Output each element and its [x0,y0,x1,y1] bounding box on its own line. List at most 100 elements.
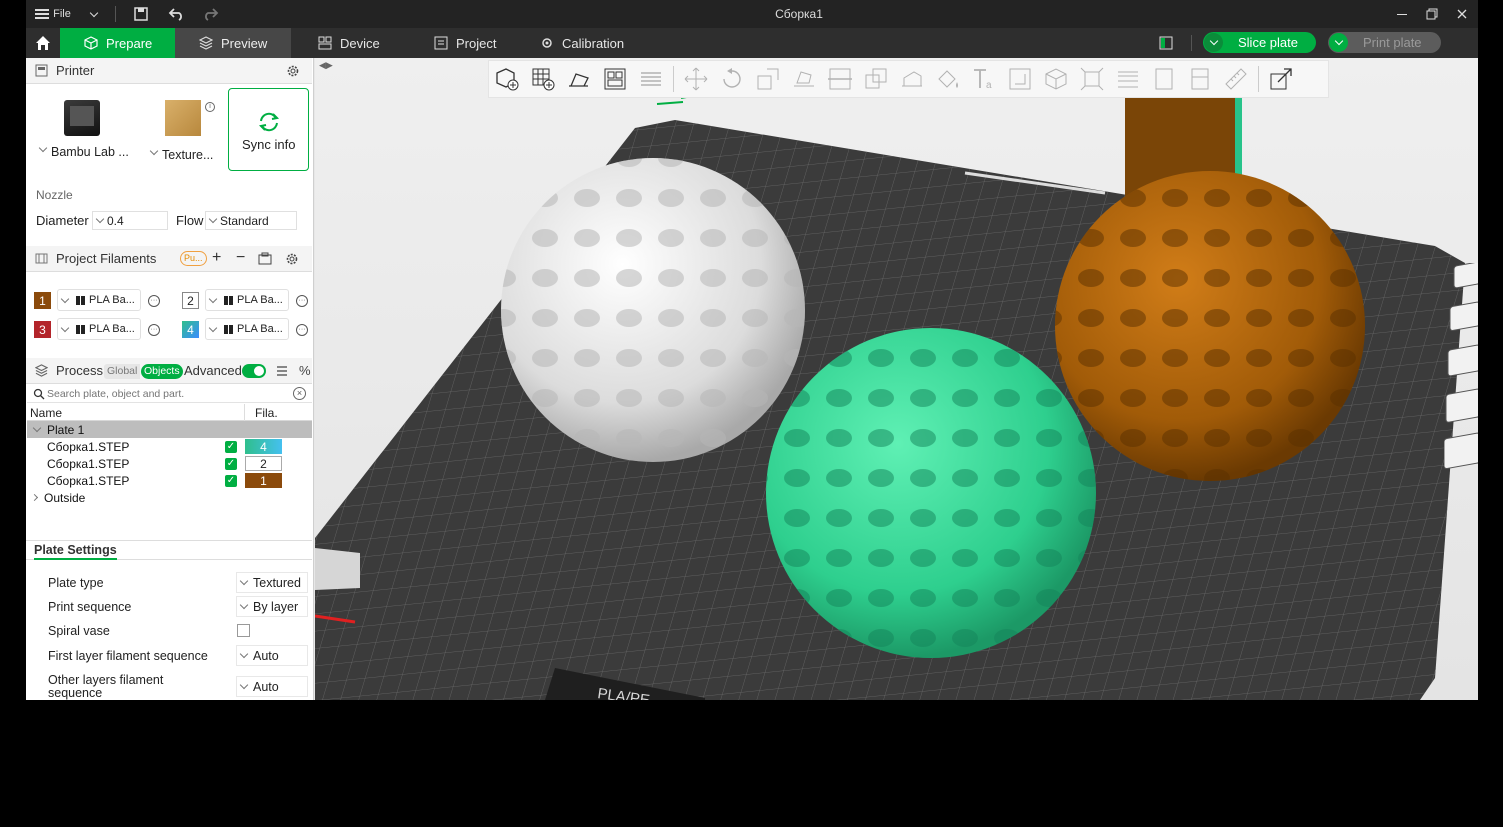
layout-toggle-button[interactable] [1159,36,1173,50]
print-sequence-dropdown[interactable]: By layer [236,596,308,617]
object-3-filament[interactable]: 1 [245,473,282,488]
home-button[interactable] [26,28,60,58]
object-1-filament[interactable]: 4 [245,439,282,454]
plate-type-row: Plate type Textured [26,572,312,594]
first-layer-sequence-dropdown[interactable]: Auto [236,645,308,666]
lay-on-face-button[interactable] [786,62,822,96]
filament-2-more-icon[interactable]: ··· [296,295,308,307]
list-icon[interactable] [276,365,288,380]
filament-4-swatch[interactable]: 4 [182,321,199,338]
print-plate-button[interactable]: Print plate [1328,32,1441,53]
object-3-checkbox[interactable]: ✓ [225,475,237,487]
printer-selector[interactable]: Bambu Lab ... [32,90,139,170]
save-button[interactable] [130,0,152,28]
filament-3-dropdown[interactable]: PLA Ba... [57,318,141,340]
slicing-view-button[interactable] [1182,62,1218,96]
ruler-button[interactable] [1218,62,1254,96]
plate-1-row[interactable]: Plate 1 [27,421,312,438]
support-paint-button[interactable] [894,62,930,96]
object-2-filament[interactable]: 2 [245,456,282,471]
global-toggle[interactable]: Global [104,364,141,379]
plate-type-dropdown[interactable]: Textured [236,572,308,593]
filament-sync-icon[interactable] [258,252,272,269]
printer-settings-gear-icon[interactable] [286,64,300,81]
printer-section-header: Printer [26,58,312,84]
scale-icon [757,68,779,90]
add-plate-button[interactable] [525,62,561,96]
plate-type-selector[interactable]: i Texture... [143,90,225,170]
filament-1-more-icon[interactable]: ··· [148,295,160,307]
filament-3-swatch[interactable]: 3 [34,321,51,338]
redo-button[interactable] [200,0,222,28]
tab-prepare[interactable]: Prepare [60,28,175,58]
panel-collapse-icon[interactable]: ◀▶ [319,60,333,71]
other-layers-sequence-dropdown[interactable]: Auto [236,676,308,697]
assembly-button[interactable] [1038,62,1074,96]
split-layers-button[interactable] [633,62,669,96]
col-name-header[interactable]: Name [30,406,62,420]
object-2-checkbox[interactable]: ✓ [225,458,237,470]
boolean-button[interactable] [858,62,894,96]
add-object-button[interactable] [489,62,525,96]
outside-row[interactable]: Outside [27,489,312,506]
objects-toggle[interactable]: Objects [141,364,183,379]
flow-dropdown[interactable]: Standard [205,211,297,230]
text-tool-button[interactable]: a [966,62,1002,96]
tab-calibration[interactable]: Calibration [516,28,646,58]
seam-paint-button[interactable] [930,62,966,96]
plate-name: Texture... [162,148,214,162]
close-button[interactable] [1450,0,1474,28]
filament-1-swatch[interactable]: 1 [34,292,51,309]
measure-button[interactable] [1002,62,1038,96]
spiral-vase-checkbox[interactable] [237,624,250,637]
object-search-input[interactable] [47,386,287,401]
filament-4-dropdown[interactable]: PLA Ba... [205,318,289,340]
view-options-button[interactable] [1263,62,1299,96]
tab-preview[interactable]: Preview [175,28,291,58]
tab-device-label: Device [340,35,380,51]
tab-device[interactable]: Device [294,28,404,58]
cut-icon [828,68,852,90]
remove-filament-icon[interactable]: − [236,249,245,267]
file-menu[interactable]: File [34,0,72,28]
filament-1-dropdown[interactable]: PLA Ba... [57,289,141,311]
auto-orient-button[interactable] [561,62,597,96]
filament-settings-gear-icon[interactable] [285,252,299,269]
plate-action-icons[interactable] [1443,261,1478,483]
move-button[interactable] [678,62,714,96]
filament-4-more-icon[interactable]: ··· [296,324,308,336]
undo-button[interactable] [165,0,187,28]
rotate-button[interactable] [714,62,750,96]
minimize-button[interactable] [1390,0,1414,28]
scale-button[interactable] [750,62,786,96]
filament-3-more-icon[interactable]: ··· [148,324,160,336]
restore-button[interactable] [1420,0,1444,28]
variable-layer-button[interactable] [1110,62,1146,96]
panel-layout-icon [1159,36,1173,50]
arrange-button[interactable] [597,62,633,96]
advanced-switch[interactable] [242,364,266,378]
clear-search-icon[interactable]: × [293,387,306,400]
cut-button[interactable] [822,62,858,96]
object-1-checkbox[interactable]: ✓ [225,441,237,453]
3d-viewport[interactable]: PLA/PE a ◀▶ [315,58,1478,700]
plate-settings-title: Plate Settings [34,543,117,560]
col-fila-header[interactable]: Fila. [255,406,278,420]
tab-project[interactable]: Project [410,28,520,58]
add-filament-icon[interactable]: + [212,249,221,267]
percent-icon[interactable]: % [299,363,311,378]
filament-2-dropdown[interactable]: PLA Ba... [205,289,289,311]
filament-badge[interactable]: Pu... [180,251,207,266]
slice-plate-button[interactable]: Slice plate [1203,32,1316,53]
menu-dropdown-button[interactable] [84,0,104,28]
sync-info-button[interactable]: Sync info [228,88,309,171]
diameter-dropdown[interactable]: 0.4 [92,211,168,230]
explode-button[interactable] [1074,62,1110,96]
flow-value: Standard [220,213,269,228]
build-plate-scene[interactable]: PLA/PE [315,58,1478,700]
process-layers-icon [34,364,48,378]
info-icon[interactable]: i [205,102,215,112]
filament-2-swatch[interactable]: 2 [182,292,199,309]
mesh-repair-button[interactable] [1146,62,1182,96]
object-search-box[interactable]: × [27,385,312,403]
